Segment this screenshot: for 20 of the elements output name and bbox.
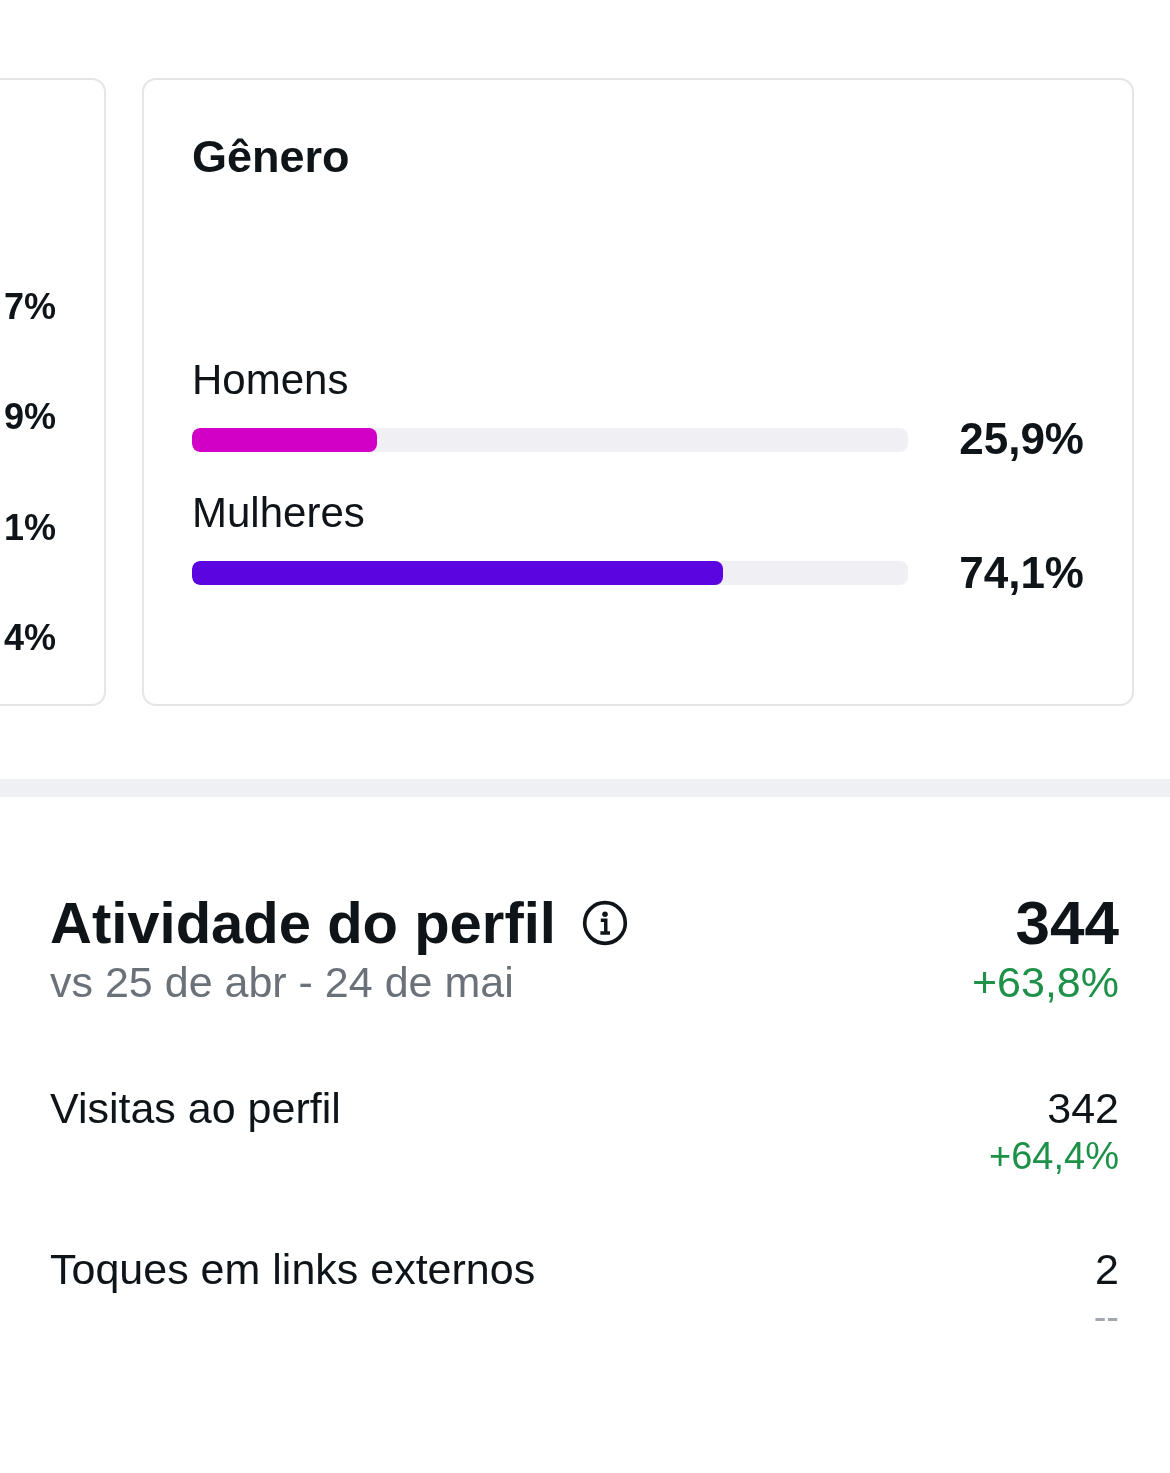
section-title: Atividade do perfil bbox=[50, 890, 556, 957]
metric-change: -- bbox=[1093, 1295, 1119, 1341]
card-title: Gênero bbox=[192, 130, 350, 184]
date-range: vs 25 de abr - 24 de mai bbox=[50, 956, 514, 1008]
metric-change: +64,4% bbox=[989, 1134, 1119, 1180]
percentage-value: 25,9% bbox=[959, 413, 1084, 466]
metric-value: 342 bbox=[1047, 1082, 1119, 1134]
percentage-value: 7% bbox=[3, 285, 56, 329]
metric-label: Toques em links externos bbox=[50, 1243, 536, 1295]
bar-label: Homens bbox=[192, 355, 349, 405]
bar-label: Mulheres bbox=[192, 488, 365, 539]
percentage-value: 9% bbox=[3, 395, 56, 439]
total-change: +63,8% bbox=[971, 956, 1119, 1008]
percentage-value: 4% bbox=[3, 615, 56, 659]
percentage-value: 1% bbox=[3, 505, 56, 549]
total-value: 344 bbox=[1015, 890, 1119, 957]
metric-value: 2 bbox=[1095, 1243, 1119, 1295]
percentage-value: 74,1% bbox=[959, 546, 1084, 599]
metric-label: Visitas ao perfil bbox=[50, 1082, 341, 1134]
info-icon[interactable] bbox=[581, 900, 628, 947]
